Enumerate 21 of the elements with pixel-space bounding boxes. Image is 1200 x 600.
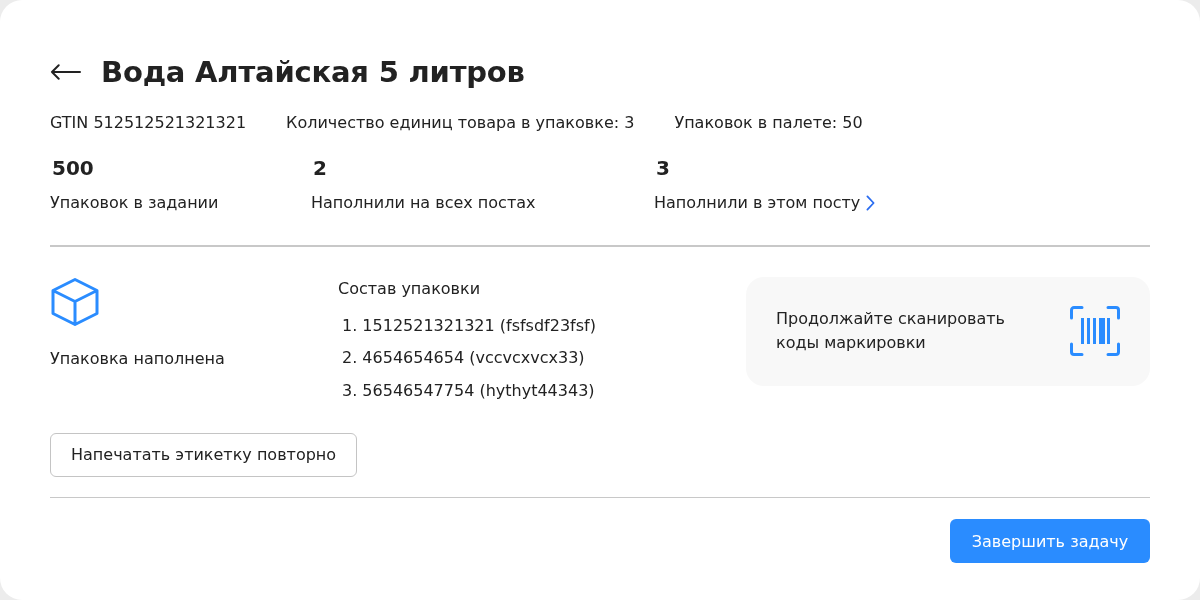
composition-item: 1. 1512521321321 (fsfsdf23fsf) bbox=[342, 314, 596, 337]
stat-label: Наполнили на всех постах bbox=[311, 192, 536, 214]
stat-value: 2 bbox=[312, 156, 327, 180]
info-text: GTIN 512512521321321 bbox=[50, 112, 247, 134]
back-arrow-icon[interactable] bbox=[50, 64, 81, 80]
page-title: Вода Алтайская 5 литров bbox=[101, 54, 525, 91]
stat-value: 3 bbox=[655, 156, 670, 180]
stat-value: 500 bbox=[51, 156, 94, 180]
package-status: Упаковка наполнена bbox=[50, 347, 225, 370]
print-label-button[interactable]: Напечатать этикетку повторно bbox=[50, 432, 358, 477]
info-text: Упаковок в палете: 50 bbox=[674, 112, 863, 134]
chevron-right-icon bbox=[866, 195, 876, 211]
scan-hint-text: Продолжайте сканировать коды маркировки bbox=[776, 308, 1006, 354]
composition-item: 3. 56546547754 (hythyt44343) bbox=[342, 379, 596, 402]
stat-label: Упаковок в задании bbox=[50, 192, 219, 214]
stat-link[interactable]: Наполнили в этом посту bbox=[654, 191, 876, 215]
composition-item: 2. 4654654654 (vccvcxvcx33) bbox=[342, 347, 586, 369]
cube-icon bbox=[50, 276, 100, 327]
composition-title: Состав упаковки bbox=[338, 277, 481, 300]
info-text: Количество единиц товара в упаковке: 3 bbox=[286, 112, 635, 134]
barcode-scan-icon bbox=[1070, 306, 1120, 356]
